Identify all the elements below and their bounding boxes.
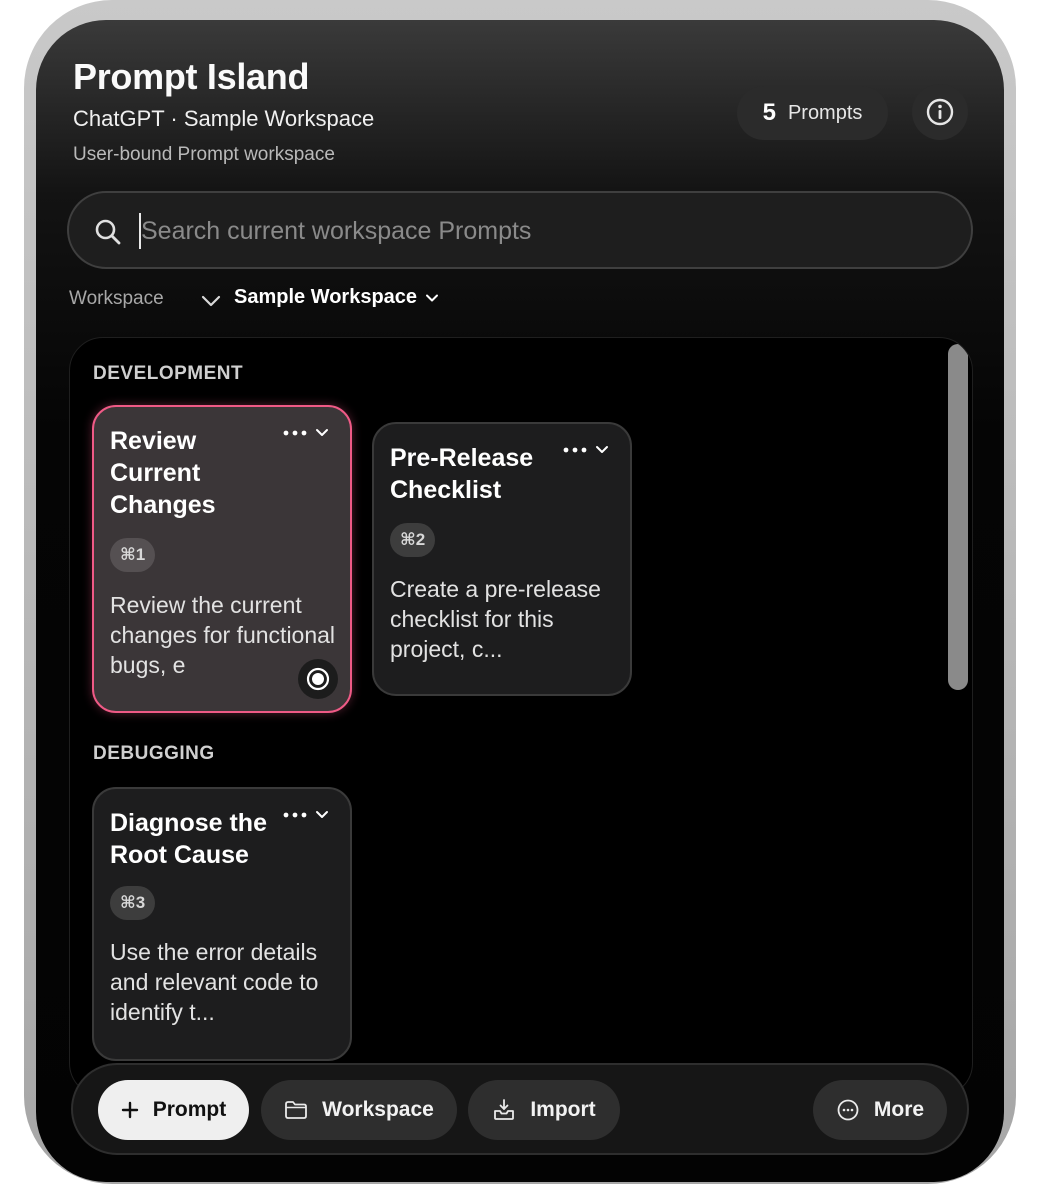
- section-title-debugging: DEBUGGING: [93, 743, 215, 764]
- more-dots-icon[interactable]: [282, 428, 308, 438]
- info-icon: [926, 98, 954, 126]
- chevron-down-icon[interactable]: [314, 807, 330, 823]
- import-label: Import: [530, 1098, 596, 1121]
- chevron-down-icon[interactable]: [200, 290, 222, 312]
- more-circle-icon: [837, 1099, 859, 1121]
- workspace-label: Workspace: [69, 288, 164, 309]
- bottom-toolbar: Prompt Workspace Import More: [71, 1063, 969, 1155]
- more-dots-icon[interactable]: [562, 445, 588, 455]
- prompt-count-badge[interactable]: 5 Prompts: [737, 86, 888, 140]
- shortcut-badge: ⌘3: [110, 886, 156, 920]
- scrollbar[interactable]: [948, 344, 968, 690]
- shortcut-badge: ⌘2: [390, 523, 436, 557]
- prompt-island-panel: Prompt Island ChatGPT · Sample Workspace…: [36, 20, 1004, 1182]
- more-label: More: [873, 1098, 925, 1121]
- new-workspace-button[interactable]: Workspace: [261, 1080, 457, 1140]
- workspace-description: User-bound Prompt workspace: [73, 144, 335, 165]
- search-icon: [95, 219, 121, 245]
- workspace-dropdown[interactable]: Sample Workspace: [234, 286, 439, 309]
- prompt-list[interactable]: DEVELOPMENT Review Current Changes ⌘1 Re…: [69, 337, 973, 1097]
- card-actions: [282, 807, 330, 823]
- new-prompt-label: Prompt: [152, 1098, 227, 1121]
- search-bar[interactable]: [67, 191, 973, 269]
- more-button[interactable]: More: [813, 1080, 947, 1140]
- prompt-count: 5: [762, 99, 776, 126]
- app-title: Prompt Island: [73, 56, 310, 97]
- card-body: Use the error details and relevant code …: [110, 939, 319, 1025]
- folder-icon: [285, 1101, 308, 1119]
- shortcut-badge: ⌘1: [110, 538, 156, 572]
- info-button[interactable]: [912, 84, 968, 140]
- card-title: Pre-Release Checklist: [390, 444, 534, 504]
- prompt-card[interactable]: Review Current Changes ⌘1 Review the cur…: [92, 405, 352, 713]
- new-workspace-label: Workspace: [322, 1098, 434, 1121]
- card-title: Diagnose the Root Cause: [110, 809, 267, 869]
- prompt-card[interactable]: Pre-Release Checklist ⌘2 Create a pre-re…: [372, 422, 632, 696]
- plus-icon: [121, 1101, 138, 1119]
- import-button[interactable]: Import: [468, 1080, 620, 1140]
- more-dots-icon[interactable]: [282, 810, 308, 820]
- chevron-down-icon[interactable]: [594, 442, 610, 458]
- new-prompt-button[interactable]: Prompt: [98, 1080, 249, 1140]
- record-icon: [306, 667, 330, 691]
- import-icon: [494, 1099, 515, 1120]
- record-button[interactable]: [298, 659, 338, 699]
- section-title-development: DEVELOPMENT: [93, 363, 244, 384]
- prompt-card[interactable]: Diagnose the Root Cause ⌘3 Use the error…: [92, 787, 352, 1061]
- prompt-count-label: Prompts: [787, 101, 863, 124]
- card-title: Review Current Changes: [110, 427, 216, 519]
- chevron-down-icon: [426, 294, 439, 301]
- chevron-down-icon[interactable]: [314, 425, 330, 441]
- app-subtitle: ChatGPT · Sample Workspace: [73, 106, 375, 131]
- card-actions: [562, 442, 610, 458]
- search-input[interactable]: [141, 207, 951, 255]
- card-body: Create a pre-release checklist for this …: [390, 576, 601, 662]
- card-actions: [282, 425, 330, 441]
- workspace-dropdown-value: Sample Workspace: [234, 286, 418, 308]
